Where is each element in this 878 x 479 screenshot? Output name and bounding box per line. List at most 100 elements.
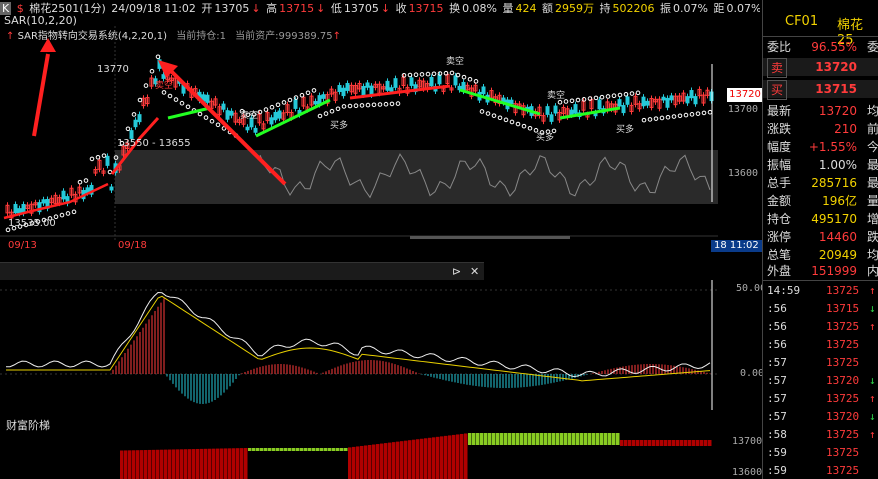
sell-signal: 卖空	[446, 55, 464, 67]
quote-side: 最	[867, 176, 878, 190]
wealth-bar	[516, 433, 520, 445]
wealth-bar	[520, 433, 524, 445]
tick-price: 13715	[826, 302, 860, 315]
tick-price: 13725	[826, 428, 860, 441]
wealth-bar	[644, 440, 648, 446]
sar-dot	[617, 92, 623, 98]
sar-dot	[335, 106, 341, 112]
candle-body	[409, 77, 414, 86]
sar-dot	[215, 122, 221, 128]
candle-body	[617, 99, 622, 107]
wealth-bar	[400, 441, 404, 479]
open-value: 13705	[214, 2, 250, 15]
close-icon[interactable]: ✕	[470, 265, 479, 278]
tick-row: :57 13720 ↓	[763, 372, 878, 390]
sub-window-header: ⊳ ✕	[0, 262, 484, 280]
wealth-bar	[572, 433, 576, 445]
macd-chart[interactable]	[0, 280, 718, 415]
quote-row: 最新 13720 均	[763, 102, 878, 120]
candle-body	[269, 117, 274, 125]
buy-signal: 买多	[330, 119, 348, 131]
candle-body	[109, 186, 114, 191]
wealth-bar	[220, 448, 224, 479]
wealth-bar	[320, 448, 324, 451]
pin-icon[interactable]: ⊳	[452, 265, 461, 278]
tick-row: 14:59 13725 ↑	[763, 282, 878, 300]
candle-body	[625, 96, 630, 105]
wealth-bar	[428, 437, 432, 479]
quote-key: 总手	[767, 176, 792, 190]
sar-dot	[467, 76, 473, 82]
sar-dot	[641, 117, 647, 123]
sar-dot	[491, 113, 497, 118]
sar-dot	[701, 110, 707, 116]
extra-label: 距	[713, 2, 725, 15]
hold-label: 持	[599, 2, 611, 15]
sar-dot	[419, 72, 425, 77]
quote-value: 285716	[811, 176, 857, 190]
candle-body	[693, 96, 698, 105]
quote-row: 买 13715	[763, 80, 878, 100]
wealth-bar	[668, 440, 672, 446]
wealth-bar	[544, 433, 548, 445]
wealth-bar	[216, 448, 220, 479]
wealth-bar	[336, 448, 340, 451]
date-time: 24/09/18 11:02	[111, 2, 196, 15]
wealth-bar	[156, 449, 160, 479]
wealth-bar	[356, 446, 360, 479]
range-label: 13550 - 13655	[117, 138, 191, 149]
tick-direction-icon: ↑	[869, 428, 876, 441]
arrow-down-icon: ↓	[251, 2, 261, 15]
wealth-bar	[632, 440, 636, 446]
quote-value: 13720	[815, 60, 857, 74]
wealth-bar	[308, 448, 312, 451]
wealth-bar	[212, 448, 216, 479]
turnover-label: 换	[449, 2, 461, 15]
sar-dot	[383, 101, 389, 107]
price-chart[interactable]: 13770 13550 - 13655 13535.00 卖空 卖空 卖空 卖空…	[0, 26, 718, 252]
tick-time: :58	[767, 428, 787, 441]
quote-key: 幅度	[767, 140, 792, 154]
wealth-bar	[588, 433, 592, 445]
sar-dot	[287, 97, 293, 103]
high-label: 高	[266, 2, 278, 15]
quote-key: 外盘	[767, 264, 792, 278]
annotation-arrow-head	[40, 38, 56, 52]
wealth-bar	[536, 433, 540, 445]
amount-value: 2959万	[555, 2, 595, 15]
wealth-bar	[396, 441, 400, 479]
time-scrollbar[interactable]	[410, 236, 570, 239]
sar-dot	[137, 97, 143, 103]
candle-body	[645, 100, 650, 106]
candle-body	[361, 86, 366, 96]
tick-direction-icon: ↑	[869, 284, 876, 297]
trend-down-segment	[167, 106, 211, 120]
quote-value: +1.55%	[808, 140, 857, 154]
candle-body	[41, 199, 46, 204]
wealth-bar	[436, 436, 440, 479]
turnover-value: 0.08%	[462, 2, 498, 15]
wealth-bar	[484, 433, 488, 445]
tick-price: 13725	[826, 320, 860, 333]
sar-dot	[209, 118, 215, 124]
last-price-marker: 13720	[727, 88, 763, 102]
wealth-bar	[312, 448, 316, 451]
tick-time: :57	[767, 392, 787, 405]
tick-row: :57 13725	[763, 354, 878, 372]
tick-row: :56 13725	[763, 336, 878, 354]
extra-value: 0.07%	[726, 2, 760, 15]
candle-body	[321, 94, 326, 99]
wealth-chart[interactable]	[0, 430, 718, 479]
wealth-bar	[188, 449, 192, 479]
tick-row: :59 13725	[763, 462, 878, 479]
wealth-bar	[640, 440, 644, 446]
sar-dot	[305, 90, 311, 96]
candle-body	[293, 99, 298, 109]
candle-body	[545, 106, 550, 115]
wealth-bar	[404, 440, 408, 479]
tick-price: 13725	[826, 356, 860, 369]
wealth-bar	[328, 448, 332, 451]
wealth-bar	[496, 433, 500, 445]
sar-dot	[197, 111, 203, 117]
sar-dot	[89, 156, 95, 162]
